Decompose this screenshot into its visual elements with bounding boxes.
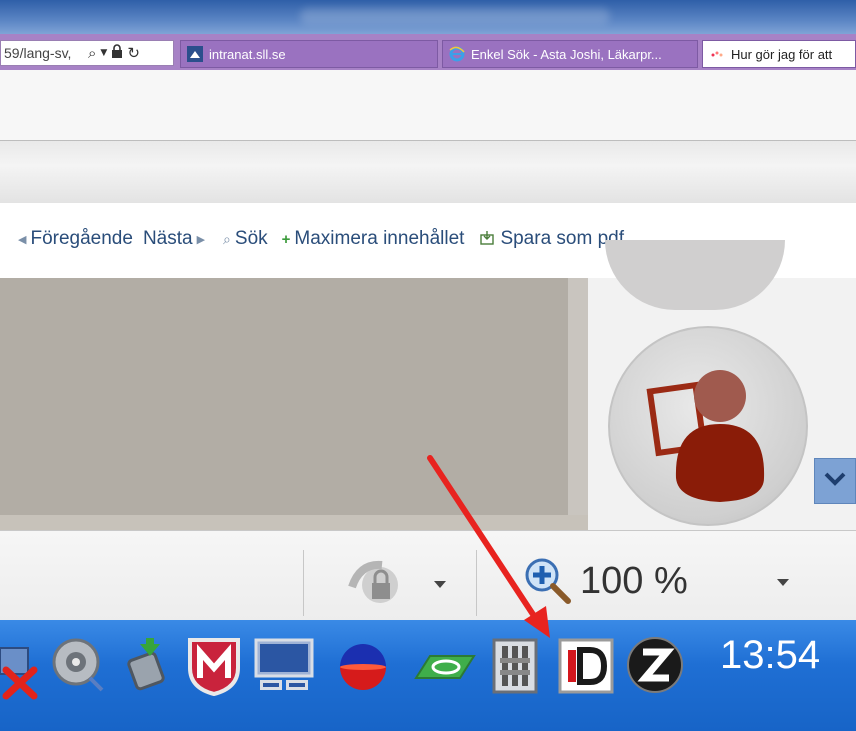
page-header-band xyxy=(0,141,856,203)
expand-button[interactable] xyxy=(814,458,856,504)
triangle-right-icon: ▶ xyxy=(196,233,206,246)
maximize-label[interactable]: Maximera innehållet xyxy=(294,228,464,250)
tab-hur-gor-jag[interactable]: Hur gör jag för att xyxy=(702,40,856,68)
search-icon[interactable]: ⌕ xyxy=(88,44,96,62)
network-disconnected-icon[interactable] xyxy=(0,640,46,704)
next-link[interactable]: Nästa ▶ xyxy=(143,228,209,250)
nvidia-icon[interactable] xyxy=(412,648,478,692)
triangle-left-icon: ◀ xyxy=(18,233,27,246)
tab-label: Enkel Sök - Asta Joshi, Läkarpr... xyxy=(471,46,662,62)
ie-icon xyxy=(449,46,465,62)
next-label[interactable]: Nästa xyxy=(143,228,193,250)
display-icon[interactable] xyxy=(254,638,314,698)
tab-enkel-sok[interactable]: Enkel Sök - Asta Joshi, Läkarpr... xyxy=(442,40,698,68)
save-pdf-link[interactable]: Spara som pdf xyxy=(474,228,624,250)
user-icon xyxy=(646,370,765,502)
lock-icon[interactable] xyxy=(111,44,123,62)
previous-label[interactable]: Föregående xyxy=(30,228,132,250)
previous-link[interactable]: ◀ Föregående xyxy=(14,228,133,250)
z-icon[interactable] xyxy=(626,636,684,698)
colorball-icon[interactable] xyxy=(336,640,390,698)
window-title-blurred xyxy=(300,8,610,24)
loading-icon xyxy=(709,46,725,62)
maximize-link[interactable]: + Maximera innehållet xyxy=(278,228,465,250)
address-bar[interactable]: 59/lang-sv, ⌕ ▼ ↻ xyxy=(0,40,174,66)
browser-command-area xyxy=(0,70,856,141)
magnifier-icon: ⌕ xyxy=(223,230,231,247)
viewer-divider xyxy=(568,278,588,530)
site-favicon-icon xyxy=(187,46,203,62)
plus-icon: + xyxy=(281,230,291,248)
zoom-level[interactable]: 100 % xyxy=(580,560,688,603)
address-text[interactable]: 59/lang-sv, xyxy=(1,45,84,61)
chevron-down-icon xyxy=(823,471,847,491)
annotation-arrow xyxy=(420,450,570,650)
content-navigation: ◀ Föregående Nästa ▶ ⌕ Sök + Maximera in… xyxy=(14,226,634,252)
avatar[interactable] xyxy=(608,326,808,526)
zoom-dropdown-icon[interactable] xyxy=(776,573,790,592)
tab-label: intranat.sll.se xyxy=(209,46,286,62)
search-link[interactable]: ⌕ Sök xyxy=(219,228,268,250)
dropdown-arrow-icon[interactable]: ▼ xyxy=(100,48,107,58)
tab-intranat[interactable]: intranat.sll.se xyxy=(180,40,438,68)
status-separator xyxy=(303,550,304,616)
speaker-icon[interactable] xyxy=(50,636,106,700)
mcafee-icon[interactable] xyxy=(186,636,242,700)
refresh-icon[interactable]: ↻ xyxy=(127,44,140,62)
taskbar-clock[interactable]: 13:54 xyxy=(720,633,820,678)
search-label[interactable]: Sök xyxy=(235,228,268,250)
safely-remove-hardware-icon[interactable] xyxy=(118,638,174,702)
save-pdf-icon xyxy=(478,230,496,249)
tab-label: Hur gör jag för att xyxy=(731,46,833,62)
